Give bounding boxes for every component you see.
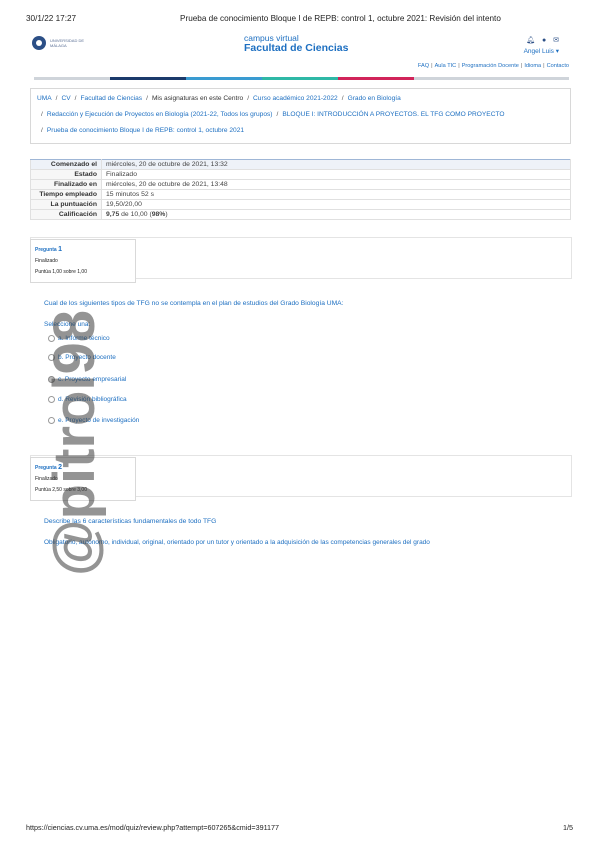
color-bar-segment [34,77,110,80]
watermark: @pitrol98 [32,236,112,586]
grade-percent: 98% [151,211,166,218]
logo-text: UNIVERSIDAD DE MÁLAGA [50,38,85,48]
link-faq[interactable]: FAQ [418,63,429,69]
color-bar-segment [110,77,186,80]
watermark-text: @pitrol98 [42,310,107,576]
color-bar [34,77,569,80]
breadcrumb: UMA / CV / Facultad de Ciencias / Mis asignatu… [30,88,571,144]
user-menu[interactable]: Angel Luis ▾ [524,47,559,55]
link-contacto[interactable]: Contacto [547,63,569,69]
chevron-down-icon: ▾ [555,48,559,55]
bell-icon[interactable]: 🔔︎ [526,36,535,44]
attempt-summary-table: Comenzado el miércoles, 20 de octubre de… [30,159,571,220]
campus-title[interactable]: campus virtual Facultad de Ciencias [244,33,348,54]
breadcrumb-prueba[interactable]: Prueba de conocimiento Bloque I de REPB:… [47,127,244,134]
summary-value: Finalizado [101,169,571,180]
breadcrumb-mis-asignaturas[interactable]: Mis asignaturas en este Centro [152,95,243,102]
grade-close: ) [165,211,168,218]
university-logo[interactable]: UNIVERSIDAD DE MÁLAGA [30,34,90,54]
summary-key: Estado [30,169,102,180]
breadcrumb-cv[interactable]: CV [62,95,71,102]
breadcrumb-line-1: UMA / CV / Facultad de Ciencias / Mis asignatu… [37,95,401,102]
breadcrumb-grado[interactable]: Grado en Biología [348,95,401,102]
footer-url: https://ciencias.cv.uma.es/mod/quiz/revi… [26,823,280,832]
grade-value: 9,75 [106,211,120,218]
chat-icon[interactable]: ● [542,37,546,44]
summary-row: Estado Finalizado [30,169,571,180]
breadcrumb-curso[interactable]: Curso académico 2021-2022 [253,95,338,102]
summary-key: Tiempo empleado [30,189,102,200]
watermark-graphic: @pitrol98 [42,310,107,576]
summary-key: La puntuación [30,199,102,210]
color-bar-segment [338,77,414,80]
user-icons: 🔔︎ ● ✉ [521,36,559,44]
color-bar-segment [414,77,569,80]
university-seal-icon [32,36,46,50]
print-datetime: 30/1/22 17:27 [26,14,77,23]
summary-row: Comenzado el miércoles, 20 de octubre de… [30,159,571,170]
mail-icon[interactable]: ✉ [553,36,559,44]
breadcrumb-facultad[interactable]: Facultad de Ciencias [81,95,143,102]
color-bar-segment [262,77,338,80]
print-document-title: Prueba de conocimiento Bloque I de REPB:… [180,14,501,23]
color-bar-segment [186,77,262,80]
footer-page-number: 1/5 [563,823,573,832]
breadcrumb-bloque[interactable]: BLOQUE I: INTRODUCCIÓN A PROYECTOS. EL T… [282,111,504,118]
breadcrumb-line-3: / Prueba de conocimiento Bloque I de REPB… [41,127,245,134]
summary-key: Calificación [30,209,102,220]
user-name: Angel Luis [523,48,554,55]
site-header: UNIVERSIDAD DE MÁLAGA campus virtual Fac… [30,30,569,62]
grade-max: de 10,00 ( [119,211,152,218]
top-links: FAQ | Aula TIC | Programación Docente | Idioma… [417,63,569,69]
summary-row: Finalizado en miércoles, 20 de octubre d… [30,179,571,190]
link-idioma[interactable]: Idioma [524,63,541,69]
link-aula-tic[interactable]: Aula TIC [435,63,457,69]
summary-value: miércoles, 20 de octubre de 2021, 13:48 [101,179,571,190]
summary-value: miércoles, 20 de octubre de 2021, 13:32 [101,159,571,170]
breadcrumb-uma[interactable]: UMA [37,95,52,102]
breadcrumb-line-2: / Redacción y Ejecución de Proyectos en B… [41,111,505,118]
summary-key: Finalizado en [30,179,102,190]
summary-row: Calificación 9,75 de 10,00 (98%) [30,209,571,220]
summary-row: La puntuación 19,50/20,00 [30,199,571,210]
summary-value: 15 minutos 52 s [101,189,571,200]
breadcrumb-asignatura[interactable]: Redacción y Ejecución de Proyectos en Bi… [47,111,273,118]
link-programacion-docente[interactable]: Programación Docente [462,63,519,69]
campus-title-line2: Facultad de Ciencias [244,42,349,54]
summary-key: Comenzado el [30,159,102,170]
summary-value: 19,50/20,00 [101,199,571,210]
summary-value: 9,75 de 10,00 (98%) [101,209,571,220]
summary-row: Tiempo empleado 15 minutos 52 s [30,189,571,200]
